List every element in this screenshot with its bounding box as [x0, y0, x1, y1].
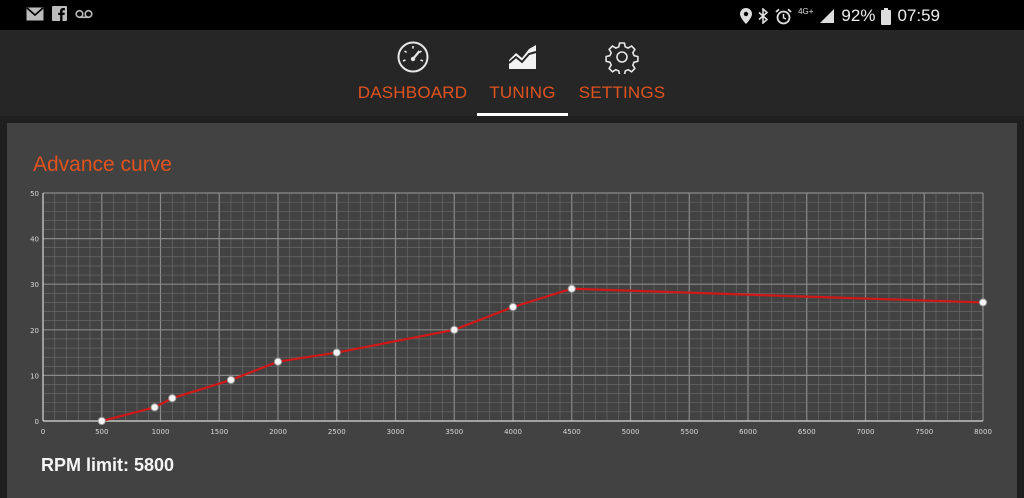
data-point[interactable] — [97, 416, 106, 426]
voicemail-icon — [75, 9, 93, 19]
chart-svg[interactable]: 0 500 1000 1500 2000 2500 3000 3500 4000 4500 5000… — [7, 183, 1017, 443]
rpm-limit-label: RPM limit: — [41, 455, 129, 475]
x-tick-label: 7500 — [915, 428, 933, 436]
x-tick-label: 5500 — [680, 428, 698, 436]
x-tick-label: 2500 — [328, 428, 346, 436]
data-point[interactable] — [508, 302, 518, 312]
status-bar: 4G+ 92% 07:59 — [0, 0, 1024, 30]
x-tick-label: 8000 — [974, 428, 992, 436]
y-tick-label: 20 — [30, 327, 39, 335]
tab-label-dashboard: DASHBOARD — [357, 83, 468, 102]
advance-curve-chart[interactable]: 0 500 1000 1500 2000 2500 3000 3500 4000 4500 5000… — [7, 183, 1017, 443]
location-icon — [740, 8, 753, 24]
speedometer-icon — [396, 40, 430, 74]
status-left-icons — [26, 6, 93, 21]
rpm-limit: RPM limit: 5800 — [41, 455, 174, 476]
x-tick-label: 1000 — [152, 428, 170, 436]
x-tick-label: 0 — [41, 428, 45, 436]
alarm-icon — [775, 8, 792, 25]
data-point[interactable] — [273, 357, 283, 366]
card-title: Advance curve — [33, 153, 172, 176]
x-tick-label: 6000 — [739, 428, 757, 436]
data-point[interactable] — [332, 348, 341, 357]
gear-icon — [605, 40, 639, 76]
x-tick-label: 2000 — [269, 428, 287, 436]
x-tick-label: 1500 — [210, 428, 228, 436]
status-right: 4G+ 92% 07:59 — [740, 6, 940, 26]
y-tick-label: 50 — [30, 190, 39, 198]
x-tick-label: 7000 — [857, 428, 875, 436]
y-tick-label: 0 — [35, 418, 39, 426]
x-tick-label: 6500 — [798, 428, 816, 436]
signal-icon — [819, 8, 835, 24]
tab-dashboard[interactable]: DASHBOARD — [358, 30, 467, 116]
active-tab-indicator — [477, 113, 568, 116]
x-tick-label: 3000 — [387, 428, 405, 436]
bluetooth-icon — [758, 8, 769, 24]
battery-icon — [881, 7, 892, 25]
facebook-icon — [52, 6, 67, 21]
data-point[interactable] — [567, 284, 576, 293]
tab-label-tuning: TUNING — [489, 83, 556, 102]
x-tick-label: 4000 — [504, 428, 522, 436]
data-point[interactable] — [150, 403, 159, 412]
chart-area-icon — [506, 40, 540, 74]
data-point[interactable] — [168, 394, 177, 403]
y-tick-label: 40 — [30, 236, 39, 244]
x-tick-label: 3500 — [445, 428, 463, 436]
tab-bar: DASHBOARD TUNING SETTINGS — [0, 30, 1024, 116]
data-point[interactable] — [450, 325, 459, 334]
clock: 07:59 — [897, 6, 940, 25]
data-point[interactable] — [978, 298, 988, 307]
tab-label-settings: SETTINGS — [578, 83, 666, 102]
network-4g-icon: 4G+ — [798, 7, 814, 16]
data-point[interactable] — [226, 375, 236, 385]
series-line — [101, 287, 984, 423]
x-tick-label: 4500 — [563, 428, 581, 436]
advance-curve-card: Advance curve 0 500 1000 1500 2000 2500 3000 35… — [7, 123, 1017, 498]
battery-percent: 92% — [841, 6, 876, 25]
y-tick-label: 30 — [30, 281, 39, 289]
y-tick-label: 10 — [30, 372, 39, 380]
rpm-limit-value: 5800 — [134, 455, 175, 475]
x-tick-label: 500 — [95, 428, 108, 436]
x-tick-label: 5000 — [622, 428, 640, 436]
mail-icon — [26, 6, 44, 21]
tab-settings[interactable]: SETTINGS — [579, 30, 665, 116]
tab-tuning[interactable]: TUNING — [477, 30, 568, 116]
